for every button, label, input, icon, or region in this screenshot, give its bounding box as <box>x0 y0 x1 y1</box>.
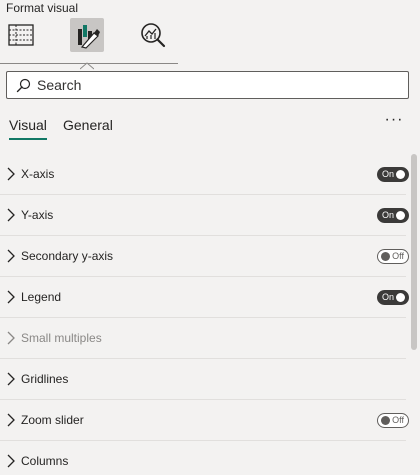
toggle-state-label: Off <box>392 414 404 425</box>
chevron-right-icon <box>7 249 15 263</box>
section-label: X-axis <box>21 167 55 181</box>
chevron-right-icon <box>7 208 15 222</box>
chevron-right-icon <box>7 331 15 345</box>
section-toggle-switch[interactable]: On <box>377 166 409 182</box>
section-toggle-switch[interactable]: Off <box>377 412 409 428</box>
format-section-list: X-axis On Y-axis On Secondary y-axis Off Legen… <box>0 154 409 475</box>
section-label: Secondary y-axis <box>21 249 114 263</box>
section-toggle-switch[interactable]: On <box>377 289 409 305</box>
section-label: Gridlines <box>21 372 69 386</box>
more-options-button[interactable]: ··· <box>383 112 405 133</box>
format-section-row[interactable]: Secondary y-axis Off <box>0 236 409 277</box>
active-tab-indicator <box>9 138 47 140</box>
chevron-right-icon <box>7 167 15 181</box>
analytics-icon <box>141 23 166 48</box>
format-section-row: Small multiples <box>0 318 406 359</box>
toggle-knob <box>381 251 390 261</box>
format-section-row[interactable]: Zoom slider Off <box>0 400 409 441</box>
build-visual-icon <box>8 24 34 46</box>
format-section-row[interactable]: Legend On <box>0 277 409 318</box>
build-visual-button[interactable] <box>4 18 38 52</box>
toggle-state-label: Off <box>392 250 404 261</box>
chevron-right-icon <box>7 413 15 427</box>
scrollbar-thumb[interactable] <box>411 154 417 350</box>
search-input[interactable] <box>37 77 397 93</box>
chevron-right-icon <box>7 290 15 304</box>
section-toggle-switch[interactable]: On <box>377 207 409 223</box>
section-label: Y-axis <box>21 208 54 222</box>
toggle-state-label: On <box>382 209 395 220</box>
format-section-row[interactable]: X-axis On <box>0 154 409 195</box>
toggle-knob <box>396 169 405 179</box>
format-visual-icon <box>78 25 100 49</box>
toggle-state-label: On <box>382 291 395 302</box>
section-label: Legend <box>21 290 62 304</box>
tab-general[interactable]: General <box>63 117 113 133</box>
pane-icon-bar <box>0 14 420 70</box>
section-label: Small multiples <box>21 331 102 345</box>
section-label: Columns <box>21 454 69 468</box>
chevron-right-icon <box>7 454 15 468</box>
format-visual-pane: Format visual Search Visual General ··· … <box>0 0 420 475</box>
selected-caret <box>79 57 95 70</box>
search-icon <box>15 77 31 93</box>
toggle-state-label: On <box>382 168 395 179</box>
chevron-right-icon <box>7 372 15 386</box>
format-visual-button[interactable] <box>70 18 104 52</box>
toggle-knob <box>381 415 390 425</box>
toggle-knob <box>396 292 405 302</box>
format-section-row[interactable]: Columns <box>0 441 406 475</box>
pane-title: Format visual <box>6 1 79 15</box>
search-box[interactable] <box>6 71 409 99</box>
format-section-row[interactable]: Y-axis On <box>0 195 409 236</box>
tab-visual[interactable]: Visual <box>9 117 47 133</box>
section-toggle-switch[interactable]: Off <box>377 248 409 264</box>
section-label: Zoom slider <box>21 413 84 427</box>
analytics-button[interactable] <box>136 18 170 52</box>
format-section-row[interactable]: Gridlines <box>0 359 406 400</box>
toggle-knob <box>396 210 405 220</box>
